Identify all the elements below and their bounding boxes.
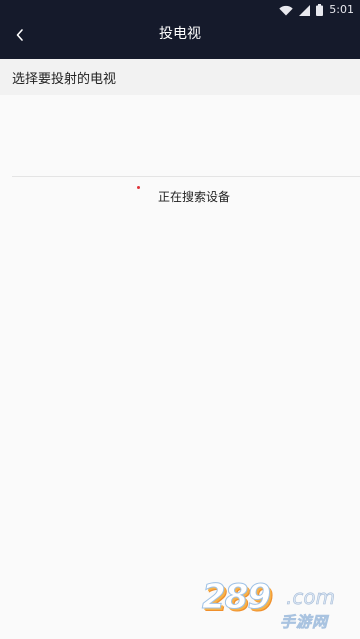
section-header: 选择要投射的电视 (0, 59, 360, 95)
section-title: 选择要投射的电视 (12, 72, 117, 87)
divider (12, 176, 360, 177)
device-list (0, 95, 360, 177)
wifi-icon (279, 5, 293, 16)
page-title: 投电视 (159, 26, 201, 42)
battery-icon (316, 4, 324, 16)
watermark-subtitle: 手游网 (280, 613, 329, 632)
status-time: 5:01 (329, 3, 354, 16)
status-icons: 5:01 (279, 3, 354, 17)
search-status-text: 正在搜索设备 (158, 190, 231, 204)
loading-spinner-icon (137, 186, 140, 189)
app-header: 5:01 投电视 (0, 0, 360, 59)
watermark-brand: 289 (202, 577, 272, 618)
search-status: 正在搜索设备 (0, 186, 360, 208)
watermark-domain: .com (286, 585, 336, 610)
status-bar: 5:01 (0, 0, 360, 20)
screen: 5:01 投电视 选择要投射的电视 正在搜索设备 289 .com 手游网 (0, 0, 360, 639)
signal-icon (299, 4, 311, 16)
watermark-logo: 289 .com 手游网 (202, 577, 350, 633)
